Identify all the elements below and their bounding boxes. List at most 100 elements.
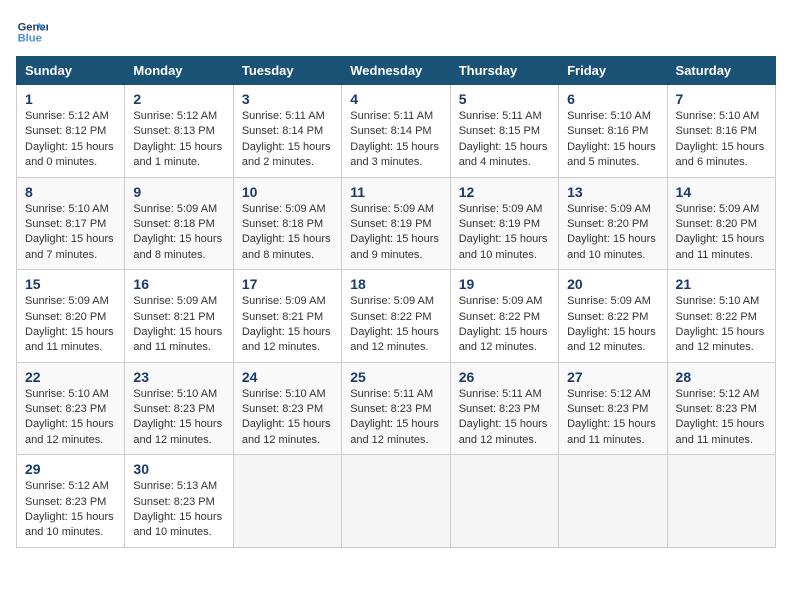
- day-info: Sunrise: 5:09 AMSunset: 8:20 PMDaylight:…: [567, 202, 658, 264]
- day-number: 2: [133, 91, 224, 107]
- calendar-day-cell: 5 Sunrise: 5:11 AMSunset: 8:15 PMDaylight…: [450, 85, 558, 178]
- day-info: Sunrise: 5:11 AMSunset: 8:14 PMDaylight:…: [350, 109, 441, 171]
- calendar-header-row: SundayMondayTuesdayWednesdayThursdayFrid…: [17, 57, 776, 85]
- day-info: Sunrise: 5:10 AMSunset: 8:23 PMDaylight:…: [25, 387, 116, 449]
- day-number: 13: [567, 184, 658, 200]
- day-number: 19: [459, 276, 550, 292]
- calendar-day-cell: 25Sunrise: 5:11 AMSunset: 8:23 PMDayligh…: [342, 362, 450, 455]
- day-number: 29: [25, 461, 116, 477]
- calendar-day-cell: 17 Sunrise: 5:09 AMSunset: 8:21 PMDayligh…: [233, 270, 341, 363]
- day-info: Sunrise: 5:12 AMSunset: 8:23 PMDaylight:…: [567, 387, 658, 449]
- calendar-day-cell: [233, 455, 341, 548]
- day-number: 7: [676, 91, 767, 107]
- calendar-day-cell: 7 Sunrise: 5:10 AMSunset: 8:16 PMDaylight…: [667, 85, 775, 178]
- calendar-day-cell: 29 Sunrise: 5:12 AMSunset: 8:23 PMDayligh…: [17, 455, 125, 548]
- day-number: 9: [133, 184, 224, 200]
- calendar-day-cell: 15Sunrise: 5:09 AMSunset: 8:20 PMDayligh…: [17, 270, 125, 363]
- day-info: Sunrise: 5:13 AMSunset: 8:23 PMDaylight:…: [133, 479, 224, 541]
- day-of-week-header: Monday: [125, 57, 233, 85]
- day-number: 20: [567, 276, 658, 292]
- day-info: Sunrise: 5:11 AMSunset: 8:14 PMDaylight:…: [242, 109, 333, 171]
- calendar-week-row: 15Sunrise: 5:09 AMSunset: 8:20 PMDayligh…: [17, 270, 776, 363]
- day-number: 4: [350, 91, 441, 107]
- day-of-week-header: Friday: [559, 57, 667, 85]
- day-info: Sunrise: 5:09 AMSunset: 8:18 PMDaylight:…: [133, 202, 224, 264]
- day-number: 11: [350, 184, 441, 200]
- calendar-day-cell: 23 Sunrise: 5:10 AMSunset: 8:23 PMDayligh…: [125, 362, 233, 455]
- day-info: Sunrise: 5:09 AMSunset: 8:19 PMDaylight:…: [350, 202, 441, 264]
- header: General Blue: [16, 16, 776, 48]
- calendar-week-row: 1Sunrise: 5:12 AMSunset: 8:12 PMDaylight…: [17, 85, 776, 178]
- day-info: Sunrise: 5:10 AMSunset: 8:23 PMDaylight:…: [133, 387, 224, 449]
- day-number: 23: [133, 369, 224, 385]
- day-number: 15: [25, 276, 116, 292]
- day-number: 5: [459, 91, 550, 107]
- day-number: 24: [242, 369, 333, 385]
- day-number: 6: [567, 91, 658, 107]
- day-info: Sunrise: 5:09 AMSunset: 8:21 PMDaylight:…: [242, 294, 333, 356]
- calendar-day-cell: 28Sunrise: 5:12 AMSunset: 8:23 PMDayligh…: [667, 362, 775, 455]
- day-info: Sunrise: 5:09 AMSunset: 8:22 PMDaylight:…: [567, 294, 658, 356]
- calendar-day-cell: [450, 455, 558, 548]
- calendar-day-cell: 27 Sunrise: 5:12 AMSunset: 8:23 PMDayligh…: [559, 362, 667, 455]
- day-number: 8: [25, 184, 116, 200]
- calendar-day-cell: 24 Sunrise: 5:10 AMSunset: 8:23 PMDayligh…: [233, 362, 341, 455]
- day-info: Sunrise: 5:10 AMSunset: 8:17 PMDaylight:…: [25, 202, 116, 264]
- day-info: Sunrise: 5:12 AMSunset: 8:23 PMDaylight:…: [25, 479, 116, 541]
- calendar-week-row: 29 Sunrise: 5:12 AMSunset: 8:23 PMDayligh…: [17, 455, 776, 548]
- calendar-day-cell: 30 Sunrise: 5:13 AMSunset: 8:23 PMDayligh…: [125, 455, 233, 548]
- calendar-day-cell: 18 Sunrise: 5:09 AMSunset: 8:22 PMDayligh…: [342, 270, 450, 363]
- day-number: 21: [676, 276, 767, 292]
- calendar-day-cell: 3Sunrise: 5:11 AMSunset: 8:14 PMDaylight…: [233, 85, 341, 178]
- calendar-day-cell: 21 Sunrise: 5:10 AMSunset: 8:22 PMDayligh…: [667, 270, 775, 363]
- day-info: Sunrise: 5:10 AMSunset: 8:22 PMDaylight:…: [676, 294, 767, 356]
- calendar-day-cell: 4 Sunrise: 5:11 AMSunset: 8:14 PMDaylight…: [342, 85, 450, 178]
- day-info: Sunrise: 5:11 AMSunset: 8:15 PMDaylight:…: [459, 109, 550, 171]
- day-info: Sunrise: 5:12 AMSunset: 8:23 PMDaylight:…: [676, 387, 767, 449]
- day-info: Sunrise: 5:10 AMSunset: 8:16 PMDaylight:…: [676, 109, 767, 171]
- calendar-day-cell: 9 Sunrise: 5:09 AMSunset: 8:18 PMDaylight…: [125, 177, 233, 270]
- calendar-day-cell: 16 Sunrise: 5:09 AMSunset: 8:21 PMDayligh…: [125, 270, 233, 363]
- day-of-week-header: Sunday: [17, 57, 125, 85]
- calendar-day-cell: 14 Sunrise: 5:09 AMSunset: 8:20 PMDayligh…: [667, 177, 775, 270]
- day-of-week-header: Saturday: [667, 57, 775, 85]
- day-info: Sunrise: 5:12 AMSunset: 8:13 PMDaylight:…: [133, 109, 224, 171]
- calendar-day-cell: 2 Sunrise: 5:12 AMSunset: 8:13 PMDaylight…: [125, 85, 233, 178]
- day-number: 14: [676, 184, 767, 200]
- day-info: Sunrise: 5:09 AMSunset: 8:21 PMDaylight:…: [133, 294, 224, 356]
- day-info: Sunrise: 5:10 AMSunset: 8:23 PMDaylight:…: [242, 387, 333, 449]
- calendar-day-cell: 26 Sunrise: 5:11 AMSunset: 8:23 PMDayligh…: [450, 362, 558, 455]
- calendar-day-cell: 10Sunrise: 5:09 AMSunset: 8:18 PMDayligh…: [233, 177, 341, 270]
- day-info: Sunrise: 5:09 AMSunset: 8:20 PMDaylight:…: [676, 202, 767, 264]
- calendar-week-row: 8 Sunrise: 5:10 AMSunset: 8:17 PMDaylight…: [17, 177, 776, 270]
- day-number: 10: [242, 184, 333, 200]
- day-number: 18: [350, 276, 441, 292]
- day-number: 22: [25, 369, 116, 385]
- day-of-week-header: Thursday: [450, 57, 558, 85]
- calendar-table: SundayMondayTuesdayWednesdayThursdayFrid…: [16, 56, 776, 548]
- calendar-day-cell: 1Sunrise: 5:12 AMSunset: 8:12 PMDaylight…: [17, 85, 125, 178]
- day-info: Sunrise: 5:09 AMSunset: 8:22 PMDaylight:…: [350, 294, 441, 356]
- day-number: 30: [133, 461, 224, 477]
- calendar-day-cell: 12 Sunrise: 5:09 AMSunset: 8:19 PMDayligh…: [450, 177, 558, 270]
- calendar-day-cell: 13 Sunrise: 5:09 AMSunset: 8:20 PMDayligh…: [559, 177, 667, 270]
- day-number: 16: [133, 276, 224, 292]
- calendar-day-cell: 11 Sunrise: 5:09 AMSunset: 8:19 PMDayligh…: [342, 177, 450, 270]
- svg-text:Blue: Blue: [18, 33, 42, 45]
- day-number: 26: [459, 369, 550, 385]
- day-number: 17: [242, 276, 333, 292]
- calendar-day-cell: 19 Sunrise: 5:09 AMSunset: 8:22 PMDayligh…: [450, 270, 558, 363]
- day-of-week-header: Wednesday: [342, 57, 450, 85]
- calendar-week-row: 22 Sunrise: 5:10 AMSunset: 8:23 PMDayligh…: [17, 362, 776, 455]
- day-info: Sunrise: 5:09 AMSunset: 8:22 PMDaylight:…: [459, 294, 550, 356]
- day-number: 27: [567, 369, 658, 385]
- calendar-day-cell: 22 Sunrise: 5:10 AMSunset: 8:23 PMDayligh…: [17, 362, 125, 455]
- calendar-day-cell: 6 Sunrise: 5:10 AMSunset: 8:16 PMDaylight…: [559, 85, 667, 178]
- day-info: Sunrise: 5:10 AMSunset: 8:16 PMDaylight:…: [567, 109, 658, 171]
- calendar-day-cell: 8 Sunrise: 5:10 AMSunset: 8:17 PMDaylight…: [17, 177, 125, 270]
- day-number: 12: [459, 184, 550, 200]
- day-info: Sunrise: 5:12 AMSunset: 8:12 PMDaylight:…: [25, 109, 116, 171]
- day-info: Sunrise: 5:09 AMSunset: 8:19 PMDaylight:…: [459, 202, 550, 264]
- logo-icon: General Blue: [16, 16, 48, 48]
- day-info: Sunrise: 5:11 AMSunset: 8:23 PMDaylight:…: [459, 387, 550, 449]
